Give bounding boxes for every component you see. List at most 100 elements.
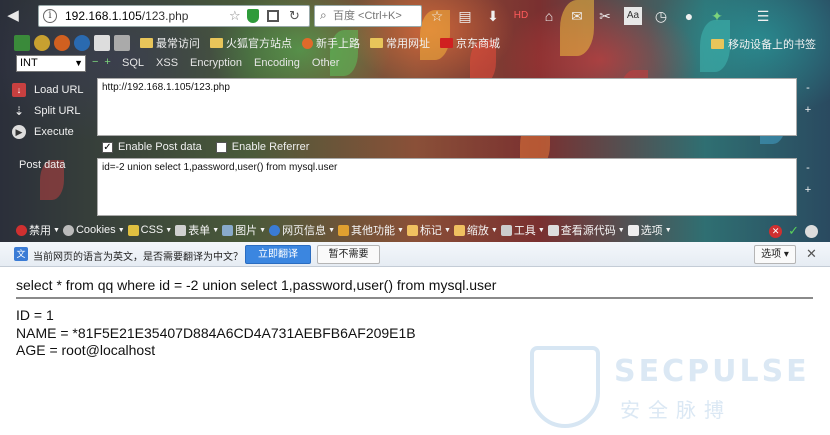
sql-query-text: select * from qq where id = -2 union sel…	[16, 277, 497, 293]
hackbar-actions: ↓ Load URL ⇣ Split URL ▶ Execute	[12, 79, 96, 142]
folder-icon	[140, 38, 153, 48]
post-collapse-icon[interactable]: -	[800, 162, 816, 174]
forms-icon	[175, 224, 187, 236]
translate-icon[interactable]: Aa	[624, 7, 642, 25]
post-expand-icon[interactable]: +	[800, 184, 816, 196]
bookmark-mobile[interactable]: 移动设备上的书签	[711, 36, 816, 52]
url-scroll-controls: - +	[800, 82, 816, 116]
addon-grid-icon[interactable]	[114, 35, 130, 51]
reload-icon[interactable]: ↻	[289, 8, 300, 24]
bookmark-common-sites[interactable]: 常用网址	[370, 35, 430, 51]
status-dot-icon[interactable]	[805, 224, 818, 238]
dev-view-source[interactable]: 查看源代码 ▼	[547, 222, 625, 238]
bookmarks-bar: 最常访问 火狐官方站点 新手上路 常用网址 京东商城	[0, 32, 830, 54]
security-shield-icon[interactable]	[247, 9, 259, 23]
page-content: select * from qq where id = -2 union sel…	[0, 268, 830, 435]
hackbar-menu: INT ▼ −+ SQL XSS Encryption Encoding Othe…	[0, 54, 830, 74]
dev-cookies[interactable]: Cookies ▼	[62, 224, 125, 236]
execute-button[interactable]: ▶ Execute	[12, 121, 96, 142]
post-data-textarea[interactable]: id=-2 union select 1,password,user() fro…	[97, 158, 797, 216]
dev-outline[interactable]: 标记 ▼	[406, 222, 451, 238]
jd-icon	[440, 38, 453, 48]
reading-list-icon[interactable]: ☆	[428, 7, 446, 25]
dev-options[interactable]: 选项 ▼	[627, 222, 672, 238]
info-icon	[269, 224, 281, 236]
extension-icon[interactable]: ◷	[652, 7, 670, 25]
address-bar[interactable]: i 192.168.1.105/123.php ☆ ↻	[38, 5, 310, 27]
enable-referrer-checkbox[interactable]: Enable Referrer	[215, 141, 309, 153]
folder-icon	[210, 38, 223, 48]
site-info-icon[interactable]: i	[43, 9, 57, 23]
unchecked-box[interactable]	[215, 141, 227, 153]
dev-css[interactable]: CSS ▼	[127, 224, 172, 236]
addon-icon[interactable]: ✦	[708, 7, 726, 25]
resize-icon	[453, 224, 465, 236]
load-url-button[interactable]: ↓ Load URL	[12, 79, 96, 100]
folder-icon	[370, 38, 383, 48]
menu-sql[interactable]: SQL	[122, 57, 144, 69]
home-icon[interactable]: ⌂	[540, 7, 558, 25]
menu-encryption[interactable]: Encryption	[190, 57, 242, 69]
hackbar-options: ✓ Enable Post data Enable Referrer	[102, 141, 309, 153]
split-url-icon: ⇣	[13, 103, 25, 118]
mail-icon[interactable]: ✉	[568, 7, 586, 25]
firefox-icon	[302, 37, 313, 49]
query-result: ID = 1 NAME = *81F5E21E35407D884A6CD4A73…	[16, 307, 416, 360]
type-select[interactable]: INT ▼	[16, 55, 86, 72]
dev-misc[interactable]: 其他功能 ▼	[338, 222, 404, 238]
dev-resize[interactable]: 缩放 ▼	[453, 222, 498, 238]
divider	[16, 297, 813, 299]
dev-forms[interactable]: 表单 ▼	[175, 222, 219, 238]
back-icon[interactable]: ◀	[0, 4, 26, 28]
addon-page-icon[interactable]	[94, 35, 110, 51]
sqlmap-icon[interactable]	[14, 35, 30, 51]
menu-xss[interactable]: XSS	[156, 57, 178, 69]
addon-globe-icon[interactable]	[74, 35, 90, 51]
hd-video-icon[interactable]: HD	[512, 7, 530, 25]
post-data-label: Post data	[19, 159, 66, 171]
addon-bug-icon[interactable]	[34, 35, 50, 51]
translate-options-button[interactable]: 选项 ▾	[754, 245, 796, 264]
split-url-button[interactable]: ⇣ Split URL	[12, 100, 96, 121]
checked-icon[interactable]: ✓	[102, 141, 113, 153]
dev-page-info[interactable]: 网页信息 ▼	[269, 222, 335, 238]
dev-tools[interactable]: 工具 ▼	[500, 222, 545, 238]
library-icon[interactable]: ▤	[456, 7, 474, 25]
result-name: NAME = *81F5E21E35407D884A6CD4A731AEBFB6…	[16, 324, 416, 341]
chevron-down-icon: ▼	[74, 58, 83, 68]
hackbar-url-textarea[interactable]: http://192.168.1.105/123.php	[97, 78, 797, 136]
url-collapse-icon[interactable]: -	[800, 82, 816, 94]
bookmark-jd[interactable]: 京东商城	[440, 35, 500, 51]
dev-images[interactable]: 图片 ▼	[222, 222, 266, 238]
navigation-bar: ◀ i 192.168.1.105/123.php ☆ ↻ ⌕ ☆ ▤ ⬇ HD…	[0, 0, 830, 32]
plus-minus-icons[interactable]: −+	[92, 56, 117, 68]
check-icon[interactable]: ✓	[788, 223, 799, 239]
result-age: AGE = root@localhost	[16, 342, 156, 358]
search-input[interactable]	[333, 8, 419, 24]
qr-code-icon[interactable]	[267, 10, 279, 22]
menu-encoding[interactable]: Encoding	[254, 57, 300, 69]
bookmark-star-icon[interactable]: ☆	[229, 8, 241, 24]
browser-window: ◀ i 192.168.1.105/123.php ☆ ↻ ⌕ ☆ ▤ ⬇ HD…	[0, 0, 830, 435]
error-icon[interactable]: ✕	[769, 224, 783, 238]
menu-other[interactable]: Other	[312, 57, 340, 69]
bookmark-most-visited[interactable]: 最常访问	[140, 35, 200, 51]
dev-disable[interactable]: 禁用 ▼	[16, 222, 60, 238]
load-url-icon: ↓	[12, 82, 26, 97]
download-icon[interactable]: ⬇	[484, 7, 502, 25]
hackbar-toggle-icon[interactable]: ●	[680, 7, 698, 25]
search-box[interactable]: ⌕	[314, 5, 422, 27]
source-icon	[547, 224, 559, 236]
enable-post-checkbox[interactable]: ✓ Enable Post data	[102, 141, 202, 153]
url-expand-icon[interactable]: +	[800, 104, 816, 116]
translate-now-button[interactable]: 立即翻译	[245, 245, 311, 264]
translate-icon: 文	[14, 247, 28, 261]
bookmark-firefox-site[interactable]: 火狐官方站点	[210, 35, 292, 51]
menu-icon[interactable]: ☰	[754, 7, 772, 25]
bookmark-getting-started[interactable]: 新手上路	[302, 35, 360, 51]
not-now-button[interactable]: 暂不需要	[317, 245, 380, 264]
addon-l-icon[interactable]	[54, 35, 70, 51]
post-scroll-controls: - +	[800, 162, 816, 196]
close-icon[interactable]: ✕	[806, 246, 817, 262]
tools-icon[interactable]: ✂	[596, 7, 614, 25]
